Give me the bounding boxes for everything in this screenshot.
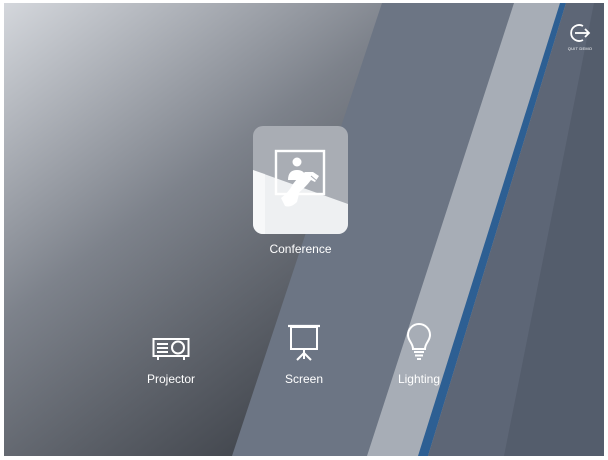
quit-demo-label: QUIT DEMO (567, 46, 593, 51)
quit-demo-button[interactable]: QUIT DEMO (560, 23, 600, 51)
projector-icon (152, 338, 190, 360)
exit-arrow-icon (570, 24, 591, 42)
conference-call-icon (253, 126, 348, 234)
lighting-icon-wrap (379, 323, 459, 361)
projector-label: Projector (146, 372, 196, 386)
screen-icon-wrap (264, 323, 344, 361)
lighting-label: Lighting (397, 372, 441, 386)
conference-label: Conference (269, 242, 332, 256)
app-frame: QUIT DEMO Conference Projector Screen Li… (4, 3, 604, 456)
projector-icon-wrap (131, 323, 211, 361)
conference-tile[interactable] (253, 126, 348, 234)
projection-screen-icon (288, 324, 320, 361)
screen-label: Screen (284, 372, 324, 386)
lighting-button[interactable]: Lighting (379, 323, 459, 386)
light-bulb-icon (406, 323, 432, 360)
screen-button[interactable]: Screen (264, 323, 344, 386)
projector-button[interactable]: Projector (131, 323, 211, 386)
